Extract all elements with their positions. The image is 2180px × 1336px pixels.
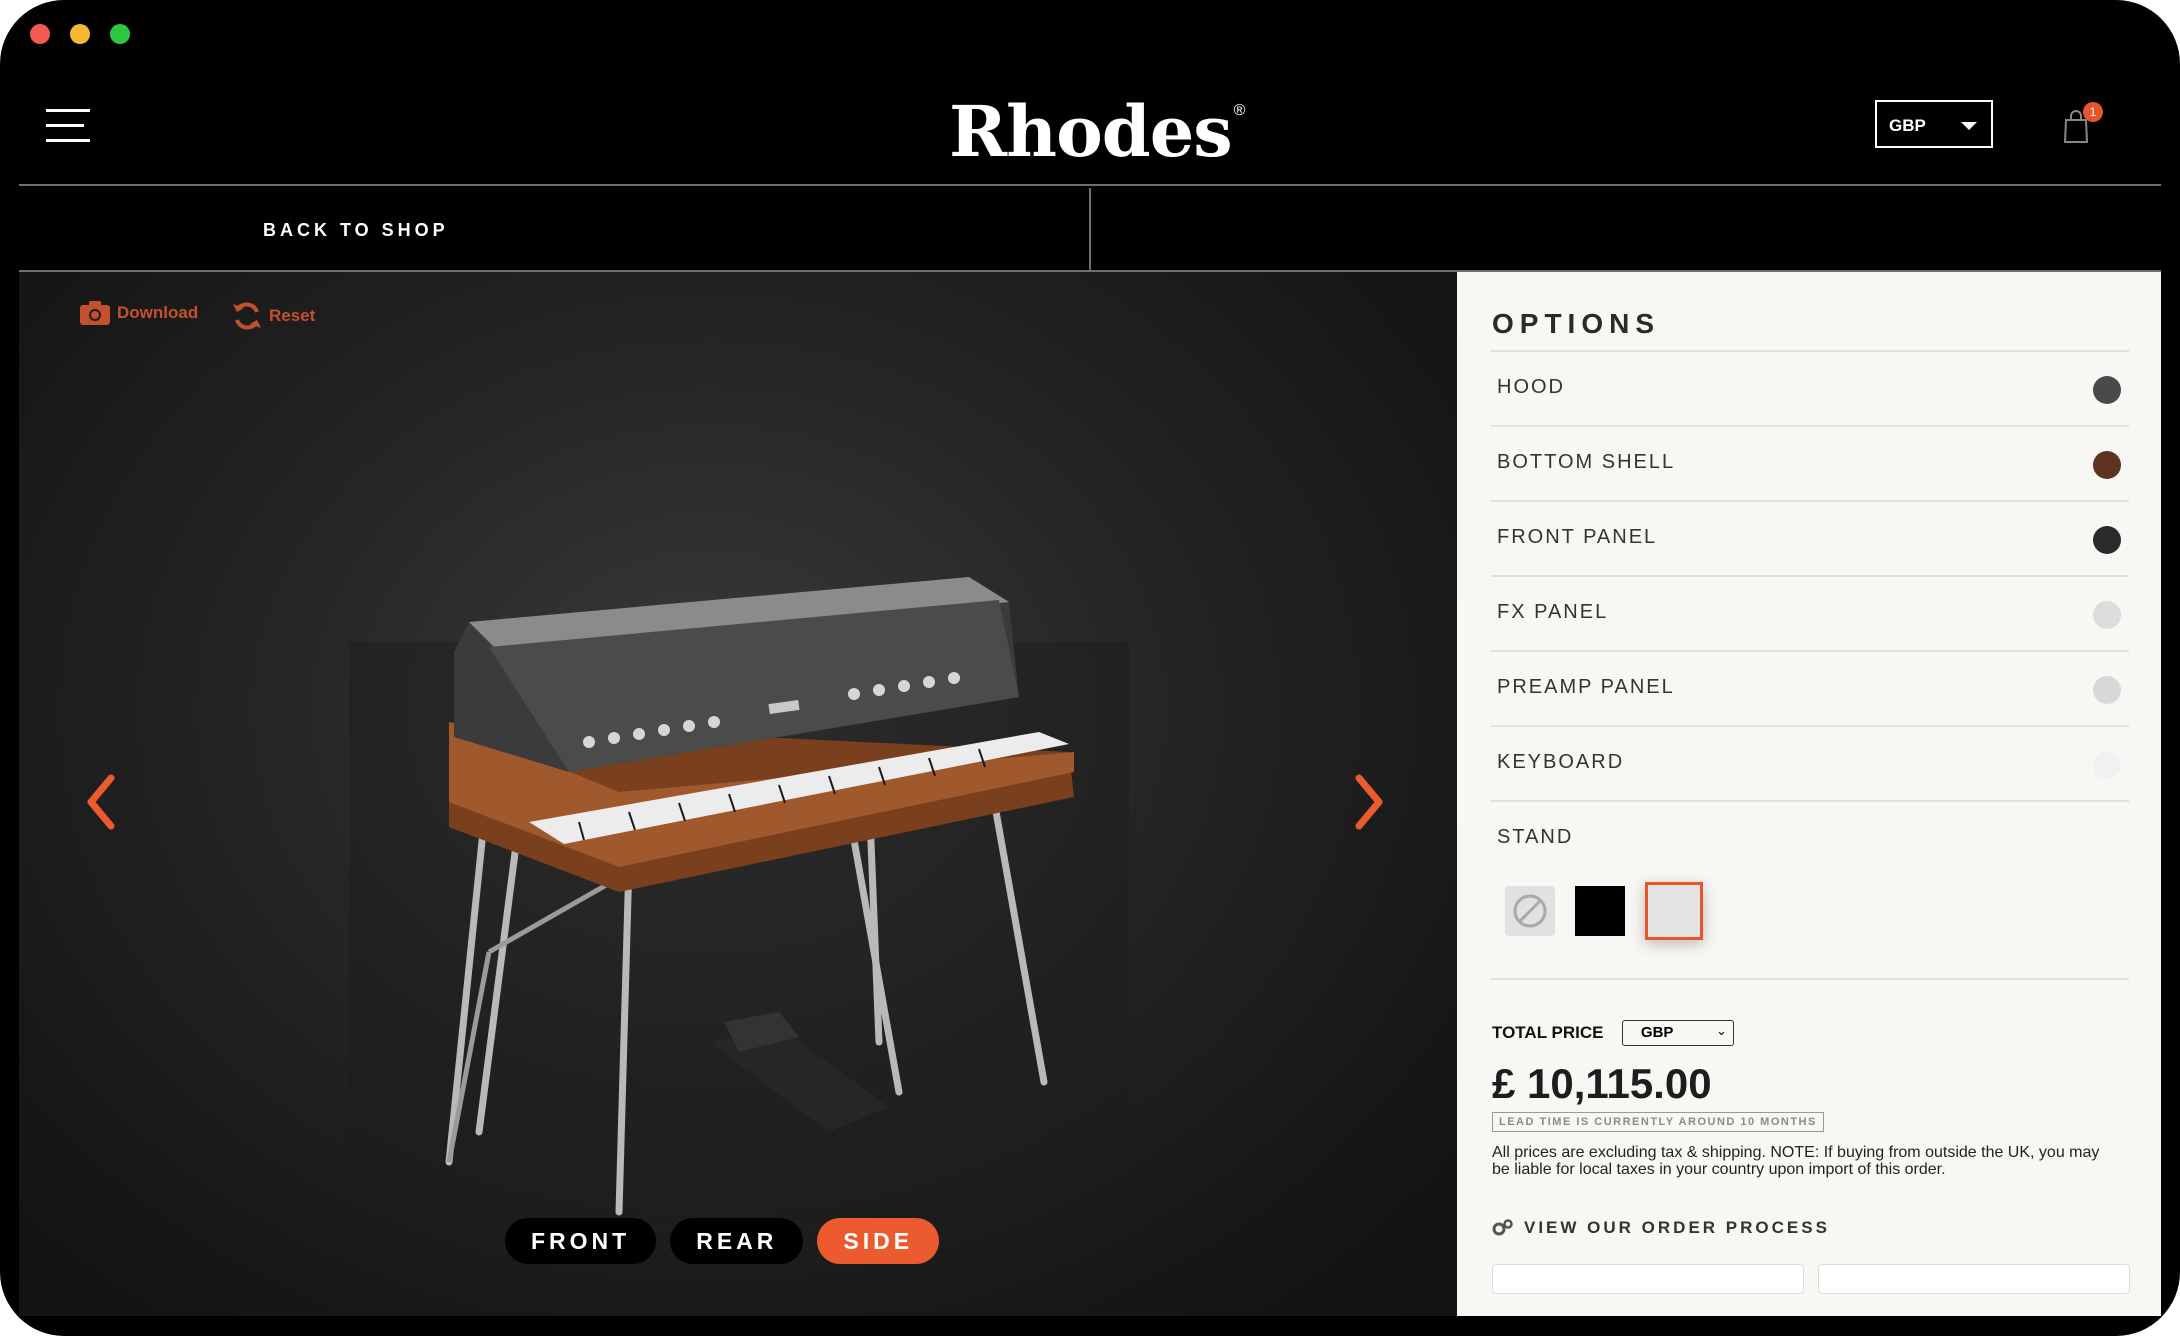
device-frame: Rhodes ® GBP 1 BACK TO SHOP Download Res… bbox=[0, 0, 2180, 1336]
camera-icon bbox=[80, 301, 110, 325]
no-stand-icon bbox=[1513, 894, 1547, 928]
menu-icon[interactable] bbox=[46, 109, 90, 143]
option-label: PREAMP PANEL bbox=[1497, 676, 1675, 698]
refresh-icon bbox=[233, 302, 261, 330]
color-swatch[interactable] bbox=[2093, 526, 2121, 554]
minimize-window-button[interactable] bbox=[70, 24, 90, 44]
previous-arrow-icon[interactable] bbox=[81, 772, 121, 832]
option-stand: STAND bbox=[1491, 802, 2129, 980]
rhodes-piano-image[interactable] bbox=[329, 522, 1149, 1222]
option-label: KEYBOARD bbox=[1497, 751, 1625, 773]
option-hood[interactable]: HOOD bbox=[1491, 352, 2129, 427]
sub-navigation: BACK TO SHOP bbox=[19, 188, 2161, 272]
maximize-window-button[interactable] bbox=[110, 24, 130, 44]
logo-text: Rhodes bbox=[949, 90, 1233, 173]
option-label: STAND bbox=[1497, 826, 1574, 848]
option-front-panel[interactable]: FRONT PANEL bbox=[1491, 502, 2129, 577]
site-header: Rhodes ® GBP 1 bbox=[19, 64, 2161, 186]
registered-mark: ® bbox=[1233, 102, 1246, 119]
order-process-label: VIEW OUR ORDER PROCESS bbox=[1524, 1218, 1830, 1237]
color-swatch[interactable] bbox=[2093, 601, 2121, 629]
cart-count-badge: 1 bbox=[2083, 102, 2103, 122]
currency-value: GBP bbox=[1889, 116, 1926, 135]
option-fx-panel[interactable]: FX PANEL bbox=[1491, 577, 2129, 652]
reset-label: Reset bbox=[269, 306, 316, 325]
window-controls bbox=[30, 24, 130, 44]
view-switcher: FRONT REAR SIDE bbox=[505, 1218, 940, 1264]
back-to-shop-link[interactable]: BACK TO SHOP bbox=[263, 220, 449, 241]
bottom-field-left[interactable] bbox=[1492, 1264, 1804, 1294]
bottom-fields bbox=[1492, 1264, 2132, 1294]
view-rear-button[interactable]: REAR bbox=[670, 1218, 804, 1264]
close-window-button[interactable] bbox=[30, 24, 50, 44]
download-label: Download bbox=[117, 303, 199, 322]
color-swatch[interactable] bbox=[2093, 676, 2121, 704]
rhodes-logo[interactable]: Rhodes ® bbox=[949, 90, 1246, 173]
product-viewer[interactable]: Download Reset FRONT REAR SIDE bbox=[19, 272, 1457, 1316]
app-screen: Rhodes ® GBP 1 BACK TO SHOP Download Res… bbox=[19, 64, 2161, 1316]
total-price-label: TOTAL PRICE bbox=[1492, 1023, 1604, 1042]
next-arrow-icon[interactable] bbox=[1349, 772, 1389, 832]
view-side-button[interactable]: SIDE bbox=[817, 1218, 940, 1264]
option-preamp-panel[interactable]: PREAMP PANEL bbox=[1491, 652, 2129, 727]
gears-icon bbox=[1492, 1219, 1513, 1236]
option-label: HOOD bbox=[1497, 376, 1565, 398]
bottom-field-right[interactable] bbox=[1818, 1264, 2130, 1294]
options-panel: OPTIONS HOOD BOTTOM SHELL FRONT PANEL FX… bbox=[1457, 272, 2161, 1316]
lead-time-badge: LEAD TIME IS CURRENTLY AROUND 10 MONTHS bbox=[1492, 1112, 1824, 1132]
price-currency-value: GBP bbox=[1640, 1024, 1674, 1041]
subbar-divider bbox=[1089, 188, 1091, 272]
reset-button[interactable]: Reset bbox=[231, 300, 315, 332]
color-swatch[interactable] bbox=[2093, 376, 2121, 404]
option-label: BOTTOM SHELL bbox=[1497, 451, 1676, 473]
caret-down-icon bbox=[1961, 122, 1977, 130]
options-list: HOOD BOTTOM SHELL FRONT PANEL FX PANEL P… bbox=[1491, 350, 2129, 980]
option-bottom-shell[interactable]: BOTTOM SHELL bbox=[1491, 427, 2129, 502]
download-button[interactable]: Download bbox=[79, 300, 198, 326]
currency-select[interactable]: GBP bbox=[1875, 100, 1993, 148]
chevron-down-icon: ⌄ bbox=[1716, 1023, 1727, 1038]
stand-swatch-group bbox=[1505, 882, 1703, 940]
stand-black-swatch[interactable] bbox=[1575, 886, 1625, 936]
price-note: All prices are excluding tax & shipping.… bbox=[1492, 1144, 2100, 1178]
view-front-button[interactable]: FRONT bbox=[505, 1218, 657, 1264]
option-label: FX PANEL bbox=[1497, 601, 1609, 623]
price-block: TOTAL PRICE GBP ⌄ £ 10,115.00 LEAD TIME … bbox=[1492, 1020, 2132, 1294]
color-swatch[interactable] bbox=[2093, 451, 2121, 479]
options-title: OPTIONS bbox=[1492, 308, 1661, 339]
price-currency-select[interactable]: GBP ⌄ bbox=[1621, 1020, 1734, 1046]
stand-silver-swatch[interactable] bbox=[1645, 882, 1703, 940]
total-price-value: £ 10,115.00 bbox=[1492, 1060, 1712, 1107]
option-label: FRONT PANEL bbox=[1497, 526, 1658, 548]
stand-none-swatch[interactable] bbox=[1505, 886, 1555, 936]
option-keyboard[interactable]: KEYBOARD bbox=[1491, 727, 2129, 802]
color-swatch[interactable] bbox=[2093, 751, 2121, 779]
order-process-link[interactable]: VIEW OUR ORDER PROCESS bbox=[1492, 1218, 2132, 1238]
